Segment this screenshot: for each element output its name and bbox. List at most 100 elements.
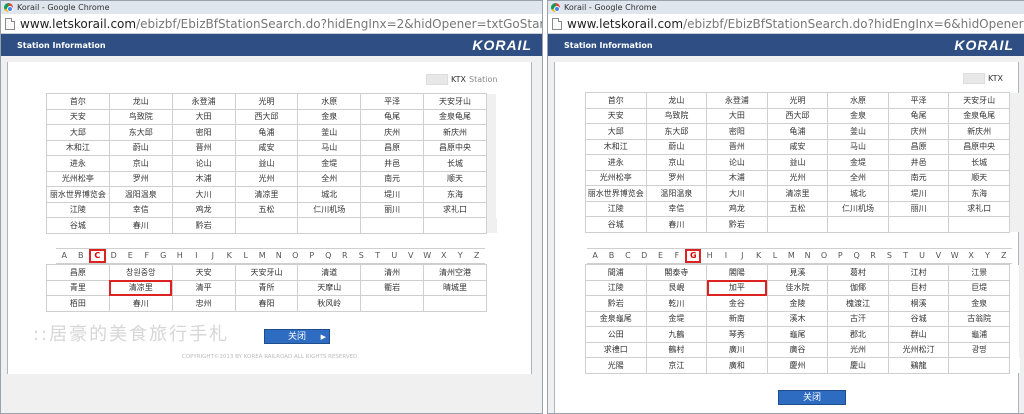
station-cell[interactable]: 清州 [360, 264, 425, 281]
scrollbar-track[interactable] [1009, 295, 1020, 311]
letter-w[interactable]: W [419, 249, 436, 263]
scrollbar-track[interactable] [1009, 123, 1020, 139]
station-cell[interactable]: 葛村 [827, 264, 889, 281]
station-cell[interactable]: 庆州 [887, 123, 950, 140]
station-cell[interactable]: 龟浦 [766, 123, 829, 140]
station-cell[interactable]: 閣泰寺 [645, 264, 708, 281]
station-cell[interactable]: 廣谷 [766, 341, 829, 358]
station-cell[interactable]: 马山 [827, 138, 889, 155]
scrollbar-track[interactable] [1009, 139, 1020, 155]
letter-t[interactable]: T [370, 249, 387, 263]
station-cell[interactable]: 东大邱 [108, 124, 173, 141]
station-cell[interactable]: 龟尾 [887, 107, 950, 124]
scrollbar-track[interactable] [486, 264, 497, 280]
letter-c[interactable]: C [620, 249, 636, 263]
letter-n[interactable]: N [271, 249, 288, 263]
scrollbar-track[interactable] [486, 171, 497, 187]
close-button[interactable]: 关闭 [778, 390, 846, 405]
station-cell[interactable]: 西大邱 [234, 108, 299, 125]
station-cell[interactable]: 五松 [766, 200, 829, 217]
station-cell[interactable]: 木浦 [171, 170, 236, 187]
station-cell[interactable]: 井邑 [360, 155, 425, 172]
station-cell[interactable]: 黔岩 [585, 295, 647, 312]
letter-h[interactable]: H [701, 249, 717, 263]
station-cell[interactable]: 乾川 [645, 295, 708, 312]
letter-o[interactable]: O [816, 249, 832, 263]
letter-u[interactable]: U [386, 249, 403, 263]
scrollbar-track[interactable] [486, 93, 497, 109]
station-cell[interactable]: 間浦 [585, 264, 647, 281]
letter-i[interactable]: I [188, 249, 205, 263]
station-cell[interactable]: 木浦 [706, 169, 768, 186]
station-cell[interactable]: 堤川 [887, 185, 950, 202]
letter-y[interactable]: Y [452, 249, 469, 263]
scrollbar-track[interactable] [486, 217, 497, 233]
address-bar[interactable]: www.letskorail.com/ebizbf/EbizBfStationS… [548, 14, 1024, 34]
station-cell[interactable]: 加平 [706, 279, 768, 296]
station-cell[interactable]: 清州空港 [423, 264, 487, 281]
station-cell[interactable]: 忠州 [171, 295, 236, 312]
station-cell[interactable]: 咸安 [234, 139, 299, 156]
station-cell[interactable]: 大田 [171, 108, 236, 125]
scrollbar-track[interactable] [1009, 280, 1020, 296]
scrollbar-track[interactable] [486, 295, 497, 311]
station-cell[interactable]: 江村 [887, 264, 950, 281]
station-cell[interactable]: 进永 [46, 155, 110, 172]
scrollbar-track[interactable] [486, 202, 497, 218]
station-cell[interactable]: 马山 [297, 139, 362, 156]
station-cell[interactable]: 巨村 [887, 279, 950, 296]
letter-b[interactable]: B [603, 249, 619, 263]
station-cell[interactable]: 金谷 [706, 295, 768, 312]
station-cell[interactable]: 谷城 [887, 310, 950, 327]
station-cell[interactable]: 龜浦 [948, 326, 1010, 343]
station-cell[interactable]: 金泉龟尾 [423, 108, 487, 125]
station-cell[interactable]: 仁川机场 [827, 200, 889, 217]
letter-t[interactable]: T [898, 249, 914, 263]
station-cell[interactable]: 金泉 [297, 108, 362, 125]
station-cell[interactable]: 天安牙山 [234, 264, 299, 281]
station-cell[interactable]: 光州 [234, 170, 299, 187]
scrollbar-track[interactable] [1009, 326, 1020, 342]
station-cell[interactable]: 密阳 [171, 124, 236, 141]
station-cell[interactable]: 新庆州 [423, 124, 487, 141]
station-cell[interactable]: 光州 [827, 341, 889, 358]
station-cell[interactable]: 木和江 [585, 138, 647, 155]
station-cell[interactable]: 光陽 [585, 357, 647, 374]
station-cell[interactable]: 东海 [423, 186, 487, 203]
station-cell[interactable]: 新南 [706, 310, 768, 327]
station-cell[interactable]: 慶山 [827, 357, 889, 374]
station-cell[interactable]: 衢岩 [360, 279, 425, 296]
letter-x[interactable]: X [436, 249, 453, 263]
letter-d[interactable]: D [636, 249, 652, 263]
station-cell[interactable]: 桐溪 [887, 295, 950, 312]
letter-s[interactable]: S [881, 249, 897, 263]
letter-e[interactable]: E [652, 249, 668, 263]
station-cell[interactable]: 鸟致院 [108, 108, 173, 125]
letter-o[interactable]: O [287, 249, 304, 263]
station-cell[interactable]: 罗州 [645, 169, 708, 186]
station-cell[interactable]: 金堤 [297, 155, 362, 172]
letter-a[interactable]: A [56, 249, 73, 263]
station-cell[interactable]: 长城 [423, 155, 487, 172]
letter-u[interactable]: U [914, 249, 930, 263]
station-cell[interactable]: 丽水世界博览会 [46, 186, 110, 203]
station-cell[interactable]: 閣陽 [706, 264, 768, 281]
station-cell[interactable]: 郡北 [827, 326, 889, 343]
letter-a[interactable]: A [587, 249, 603, 263]
station-cell[interactable]: 巨堤 [948, 279, 1010, 296]
station-cell[interactable]: 昌原 [46, 264, 110, 281]
letter-i[interactable]: I [718, 249, 734, 263]
station-cell[interactable]: 昌原中央 [948, 138, 1010, 155]
station-cell[interactable]: 琴秀 [706, 326, 768, 343]
station-cell[interactable]: 天摩山 [297, 279, 362, 296]
station-cell[interactable]: 광명 [948, 341, 1010, 358]
station-cell[interactable]: 黔岩 [706, 216, 768, 233]
station-cell[interactable]: 群山 [887, 326, 950, 343]
station-cell[interactable]: 南元 [360, 170, 425, 187]
station-cell[interactable]: 金泉 [948, 295, 1010, 312]
station-cell[interactable]: 龜尾 [766, 326, 829, 343]
station-cell[interactable]: 廣川 [706, 341, 768, 358]
letter-y[interactable]: Y [979, 249, 995, 263]
scrollbar-track[interactable] [1009, 357, 1020, 373]
station-cell[interactable]: 廣和 [706, 357, 768, 374]
